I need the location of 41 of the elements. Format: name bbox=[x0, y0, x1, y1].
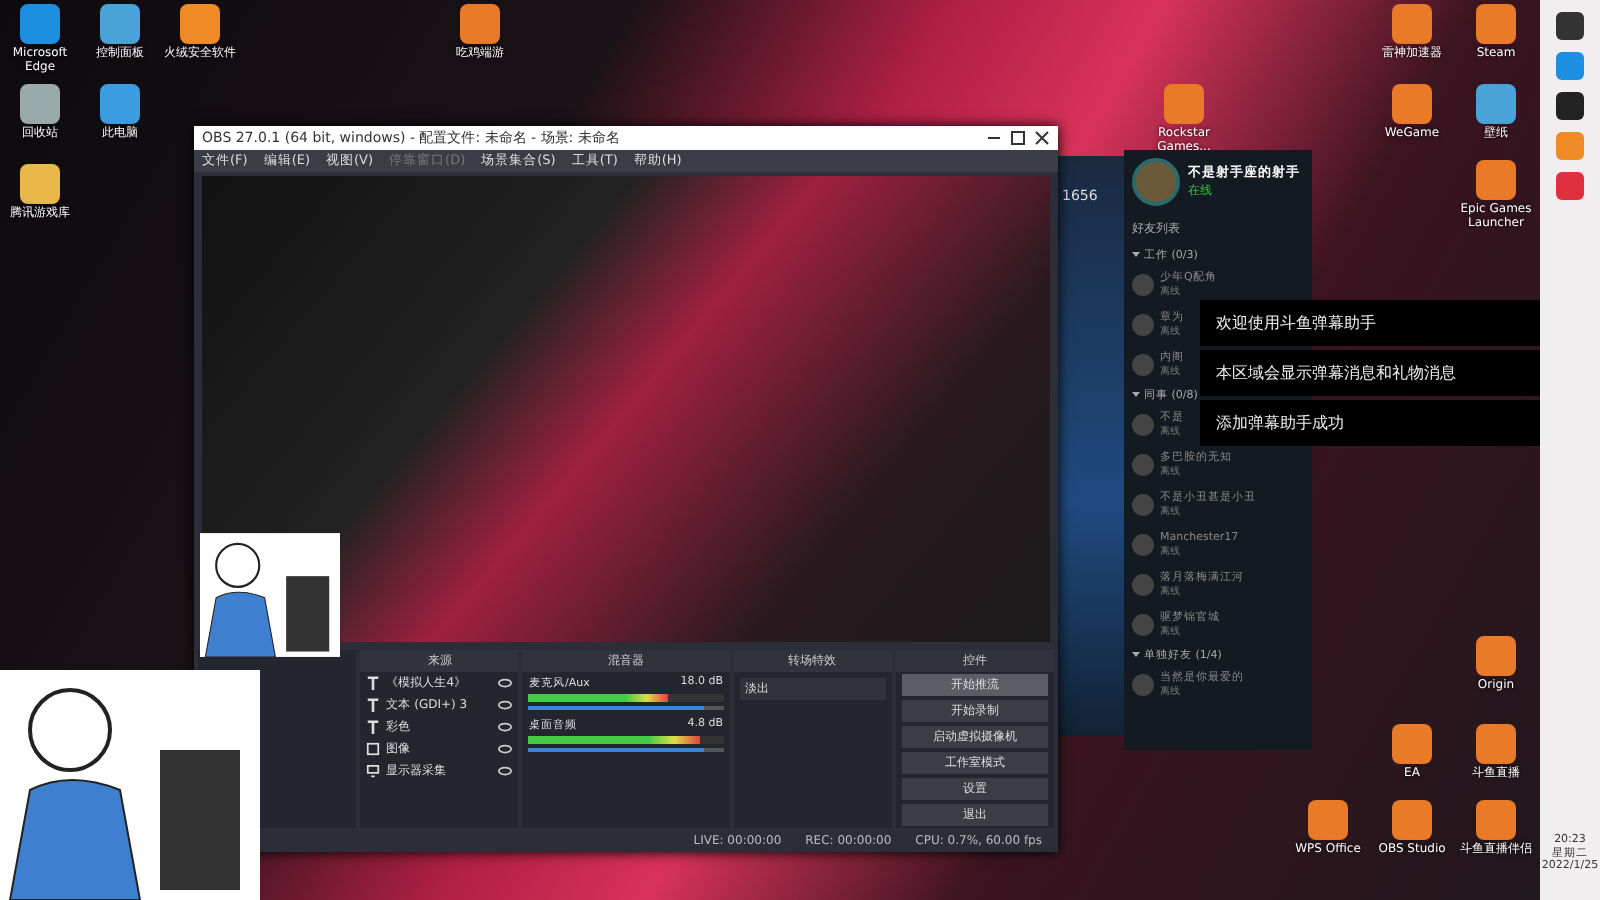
app-icon[interactable] bbox=[1476, 636, 1516, 676]
avatar bbox=[1132, 573, 1154, 595]
app-icon[interactable] bbox=[1476, 724, 1516, 764]
app-icon[interactable] bbox=[1476, 800, 1516, 840]
start-icon[interactable] bbox=[1556, 12, 1584, 40]
maximize-icon[interactable] bbox=[1010, 130, 1026, 147]
avatar bbox=[1132, 158, 1180, 206]
notification-toast: 欢迎使用斗鱼弹幕助手 bbox=[1200, 300, 1540, 346]
text-icon bbox=[366, 697, 381, 712]
app-icon[interactable] bbox=[20, 164, 60, 204]
app-icon[interactable] bbox=[100, 4, 140, 44]
app-icon[interactable] bbox=[460, 4, 500, 44]
image-icon bbox=[366, 741, 381, 756]
app-icon[interactable] bbox=[100, 84, 140, 124]
caret-icon[interactable] bbox=[1132, 250, 1140, 258]
avatar bbox=[1132, 673, 1154, 695]
avatar bbox=[1132, 613, 1154, 635]
avatar bbox=[1132, 273, 1154, 295]
avatar bbox=[1132, 533, 1154, 555]
app-icon[interactable] bbox=[180, 4, 220, 44]
app-icon[interactable] bbox=[1392, 724, 1432, 764]
text-icon bbox=[366, 675, 381, 690]
app-icon[interactable] bbox=[20, 4, 60, 44]
caret-icon[interactable] bbox=[1132, 650, 1140, 658]
notification-toast: 添加弹幕助手成功 bbox=[1200, 400, 1540, 446]
avatar bbox=[1132, 453, 1154, 475]
app-icon[interactable] bbox=[1392, 800, 1432, 840]
avatar bbox=[1132, 413, 1154, 435]
notification-toast: 本区域会显示弹幕消息和礼物消息 bbox=[1200, 350, 1540, 396]
avatar bbox=[1132, 353, 1154, 375]
avatar bbox=[1132, 493, 1154, 515]
avatar bbox=[1132, 313, 1154, 335]
text-icon bbox=[366, 719, 381, 734]
app-icon[interactable] bbox=[20, 84, 60, 124]
caret-icon[interactable] bbox=[1132, 390, 1140, 398]
app-icon[interactable] bbox=[1476, 84, 1516, 124]
app-icon[interactable] bbox=[1476, 160, 1516, 200]
app-icon[interactable] bbox=[1556, 92, 1584, 120]
app-icon[interactable] bbox=[1308, 800, 1348, 840]
close-icon[interactable] bbox=[1034, 130, 1050, 147]
monitor-icon bbox=[366, 763, 381, 778]
